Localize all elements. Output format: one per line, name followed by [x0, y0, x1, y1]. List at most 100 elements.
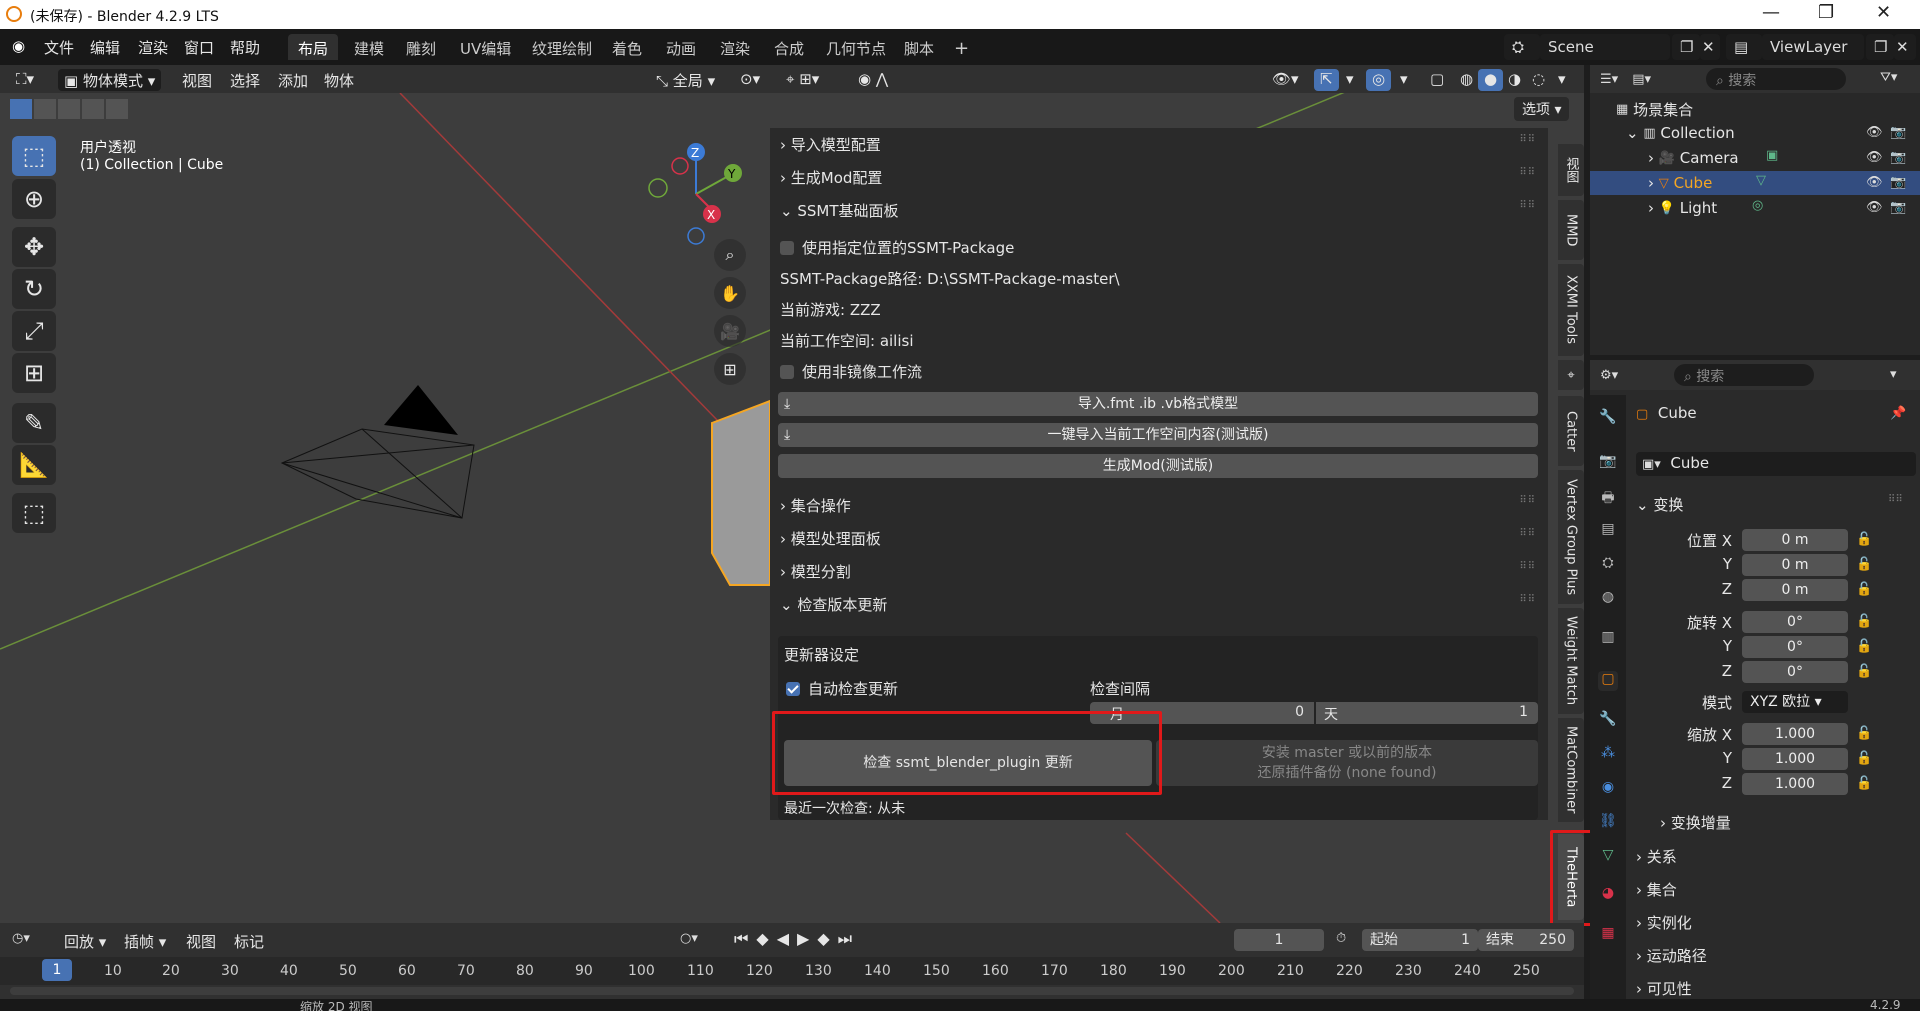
drag-grip-icon[interactable]: ⠿⠿ — [1519, 134, 1536, 145]
play-icon[interactable]: ▶ — [797, 929, 817, 948]
section-collections[interactable]: › 集合 — [1636, 879, 1677, 900]
section-import-config[interactable]: › 导入模型配置 ⠿⠿ — [770, 134, 1548, 155]
lock-rotation-x-icon[interactable]: 🔓 — [1856, 614, 1872, 629]
snap-icon[interactable]: ⌖ ⊞▾ — [780, 69, 825, 91]
camera-data-icon[interactable]: ▣ — [1766, 148, 1778, 163]
drag-grip-icon[interactable]: ⠿⠿ — [1519, 495, 1536, 506]
tab-scripting[interactable]: 脚本 — [894, 34, 944, 60]
location-x-field[interactable]: 0 m — [1742, 529, 1848, 551]
mesh-data-icon[interactable]: ▽ — [1756, 173, 1766, 188]
world-tab-icon[interactable]: ◍ — [1598, 589, 1618, 609]
tab-modeling[interactable]: 建模 — [344, 34, 394, 60]
close-icon[interactable]: ✕ — [1876, 2, 1891, 23]
viewlayer-tab-icon[interactable]: ▤ — [1598, 521, 1618, 541]
use-custom-path-checkbox[interactable] — [780, 241, 794, 255]
menu-select[interactable]: 选择 — [224, 69, 266, 91]
select-subtract-icon[interactable] — [58, 99, 80, 119]
timeline[interactable]: ◷▾ 回放 ▾ 插帧 ▾ 视图 标记 ○▾ ⏮◆◀▶◆⏭ 1 ⏱ 起始 1 结束 2… — [0, 923, 1584, 999]
prev-keyframe-icon[interactable]: ◆ — [756, 929, 776, 948]
tab-uv-editing[interactable]: UV编辑 — [450, 34, 521, 60]
outliner-item-light[interactable]: › 💡 Light ◎ 👁 📷 — [1590, 196, 1920, 220]
location-z-field[interactable]: 0 m — [1742, 579, 1848, 601]
maximize-icon[interactable]: ❐ — [1818, 2, 1834, 23]
eye-icon[interactable]: 👁 — [1866, 125, 1883, 140]
zoom-icon[interactable]: ⌕ — [714, 239, 746, 271]
section-instancing[interactable]: › 实例化 — [1636, 912, 1692, 933]
section-ssmt-basic[interactable]: ⌄ SSMT基础面板 ⠿⠿ — [770, 200, 1548, 221]
transform-tool[interactable]: ⊞ — [12, 353, 56, 393]
timeline-editor-icon[interactable]: ◷▾ — [12, 931, 30, 946]
camera-render-icon[interactable]: 📷 — [1890, 125, 1906, 140]
scene-icon[interactable]: ⛭ — [1504, 34, 1540, 60]
wireframe-shading-icon[interactable]: ◍ — [1454, 69, 1479, 91]
menu-edit[interactable]: 编辑 — [90, 37, 120, 58]
tab-animation[interactable]: 动画 — [656, 34, 706, 60]
tab-xxmi-tools[interactable]: XXMI Tools — [1558, 264, 1584, 356]
lock-rotation-z-icon[interactable]: 🔓 — [1856, 664, 1872, 679]
generate-mod-button[interactable]: 生成Mod(测试版) — [778, 454, 1538, 478]
playback-controls[interactable]: ⏮◆◀▶◆⏭ — [734, 929, 860, 949]
add-cube-tool[interactable]: ⬚ — [12, 493, 56, 533]
keying-menu[interactable]: 插帧 ▾ — [124, 931, 166, 952]
pan-icon[interactable]: ✋ — [714, 277, 746, 309]
current-frame-field[interactable]: 1 — [1234, 929, 1324, 951]
properties-search-input[interactable]: ⌕ 搜索 — [1674, 364, 1814, 386]
section-motion-paths[interactable]: › 运动路径 — [1636, 945, 1707, 966]
restore-backup-button[interactable]: 还原插件备份 (none found) — [1156, 763, 1538, 783]
drag-grip-icon[interactable]: ⠿⠿ — [1519, 167, 1536, 178]
stopwatch-icon[interactable]: ⏱ — [1336, 931, 1346, 946]
timeline-scrollbar[interactable] — [10, 987, 1574, 995]
transform-orientation-select[interactable]: ⤡ 全局 ▾ — [650, 69, 721, 91]
lock-location-z-icon[interactable]: 🔓 — [1856, 582, 1872, 597]
tab-view[interactable]: 视图 — [1558, 144, 1584, 196]
section-delta-transform[interactable]: › 变换增量 — [1660, 812, 1731, 833]
tab-rendering[interactable]: 渲染 — [710, 34, 760, 60]
day-field[interactable]: 天 1 — [1316, 702, 1538, 724]
navigation-gizmo[interactable]: Z Y X — [640, 138, 750, 248]
tab-compositing[interactable]: 合成 — [764, 34, 814, 60]
cursor-tool[interactable]: ⊕ — [12, 179, 56, 219]
menu-help[interactable]: 帮助 — [230, 37, 260, 58]
viewlayer-field[interactable]: ViewLayer — [1762, 34, 1864, 60]
object-data-field[interactable]: ▣▾ Cube — [1636, 452, 1916, 476]
object-tab-icon[interactable]: ▢ — [1598, 671, 1618, 691]
start-frame-field[interactable]: 起始 1 — [1362, 929, 1478, 951]
outliner-item-camera[interactable]: › 🎥 Camera ▣ 👁 📷 — [1590, 146, 1920, 170]
select-intersect-icon[interactable] — [106, 99, 128, 119]
tab-weight-match[interactable]: Weight Match — [1558, 608, 1584, 714]
properties-options-icon[interactable]: ▾ — [1890, 367, 1897, 382]
tab-vertex-group-plus[interactable]: Vertex Group Plus — [1558, 470, 1584, 604]
delete-viewlayer-icon[interactable]: ✕ — [1894, 34, 1916, 60]
camera-render-icon[interactable]: 📷 — [1890, 150, 1906, 165]
solid-shading-icon[interactable]: ● — [1478, 69, 1504, 91]
import-fmt-button[interactable]: ⤓ 导入.fmt .ib .vb格式模型 — [778, 392, 1538, 416]
texture-tab-icon[interactable]: ▦ — [1598, 925, 1618, 945]
annotate-tool[interactable]: ✎ — [12, 403, 56, 443]
tool-tab-icon[interactable]: 🔧 — [1598, 409, 1618, 429]
lock-location-x-icon[interactable]: 🔓 — [1856, 532, 1872, 547]
play-reverse-icon[interactable]: ◀ — [777, 929, 797, 948]
visibility-icon[interactable]: 👁▾ — [1266, 69, 1305, 91]
lock-scale-y-icon[interactable]: 🔓 — [1856, 751, 1872, 766]
shading-dropdown-icon[interactable]: ▾ — [1552, 69, 1572, 91]
gizmo-icon[interactable]: ⇱ — [1314, 69, 1339, 91]
camera-view-icon[interactable]: 🎥 — [714, 315, 746, 347]
section-transform[interactable]: ⌄ 变换 ⠿⠿ — [1636, 494, 1903, 515]
jump-start-icon[interactable]: ⏮ — [734, 929, 756, 948]
new-scene-icon[interactable]: ❐ — [1672, 34, 1700, 60]
overlay-icon[interactable]: ◎ — [1366, 69, 1392, 91]
gizmo-dropdown-icon[interactable]: ▾ — [1340, 69, 1360, 91]
rotate-tool[interactable]: ↻ — [12, 269, 56, 309]
light-data-icon[interactable]: ◎ — [1752, 198, 1763, 213]
lock-location-y-icon[interactable]: 🔓 — [1856, 557, 1872, 572]
blender-menu-icon[interactable]: ◉ — [12, 37, 25, 55]
auto-keying-icon[interactable]: ○▾ — [680, 931, 698, 946]
menu-object[interactable]: 物体 — [318, 69, 360, 91]
tab-matcombiner[interactable]: MatCombiner — [1558, 718, 1584, 822]
timeline-view-menu[interactable]: 视图 — [186, 931, 216, 952]
drag-grip-icon[interactable]: ⠿⠿ — [1888, 494, 1903, 505]
modifier-tab-icon[interactable]: 🔧 — [1598, 711, 1618, 731]
eye-icon[interactable]: 👁 — [1866, 200, 1883, 215]
xray-icon[interactable]: ▢ — [1424, 69, 1450, 91]
move-tool[interactable]: ✥ — [12, 227, 56, 267]
